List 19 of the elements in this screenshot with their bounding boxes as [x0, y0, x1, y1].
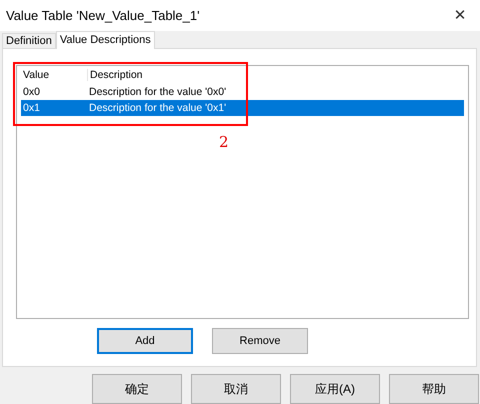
dialog-button[interactable]: 取消 [191, 374, 281, 404]
close-button[interactable]: ✕ [440, 0, 480, 30]
dialog-button[interactable]: 确定 [92, 374, 182, 404]
tab[interactable]: Definition [2, 32, 56, 48]
list-button[interactable]: Add [97, 328, 193, 354]
table-row[interactable]: 0x0 Description for the value '0x0' [21, 84, 464, 100]
dialog-button[interactable]: 应用(A) [290, 374, 380, 404]
table-cell-text: Description for the value '0x0' [88, 86, 226, 98]
table-row[interactable]: 0x1 Description for the value '0x1' [21, 100, 464, 116]
tab[interactable]: Value Descriptions [56, 30, 155, 49]
table-cell-text: 0x1 [22, 102, 41, 114]
table-cell-text: 0x0 [22, 86, 41, 98]
column-header[interactable]: Description [88, 68, 143, 81]
dialog-button[interactable]: 帮助 [389, 374, 479, 404]
window-title: Value Table 'New_Value_Table_1' [6, 8, 200, 23]
annotation-number: 2 [219, 132, 229, 151]
list-button[interactable]: Remove [212, 328, 308, 354]
table-cell-text: Description for the value '0x1' [88, 102, 226, 114]
column-header[interactable]: Value [21, 68, 88, 81]
